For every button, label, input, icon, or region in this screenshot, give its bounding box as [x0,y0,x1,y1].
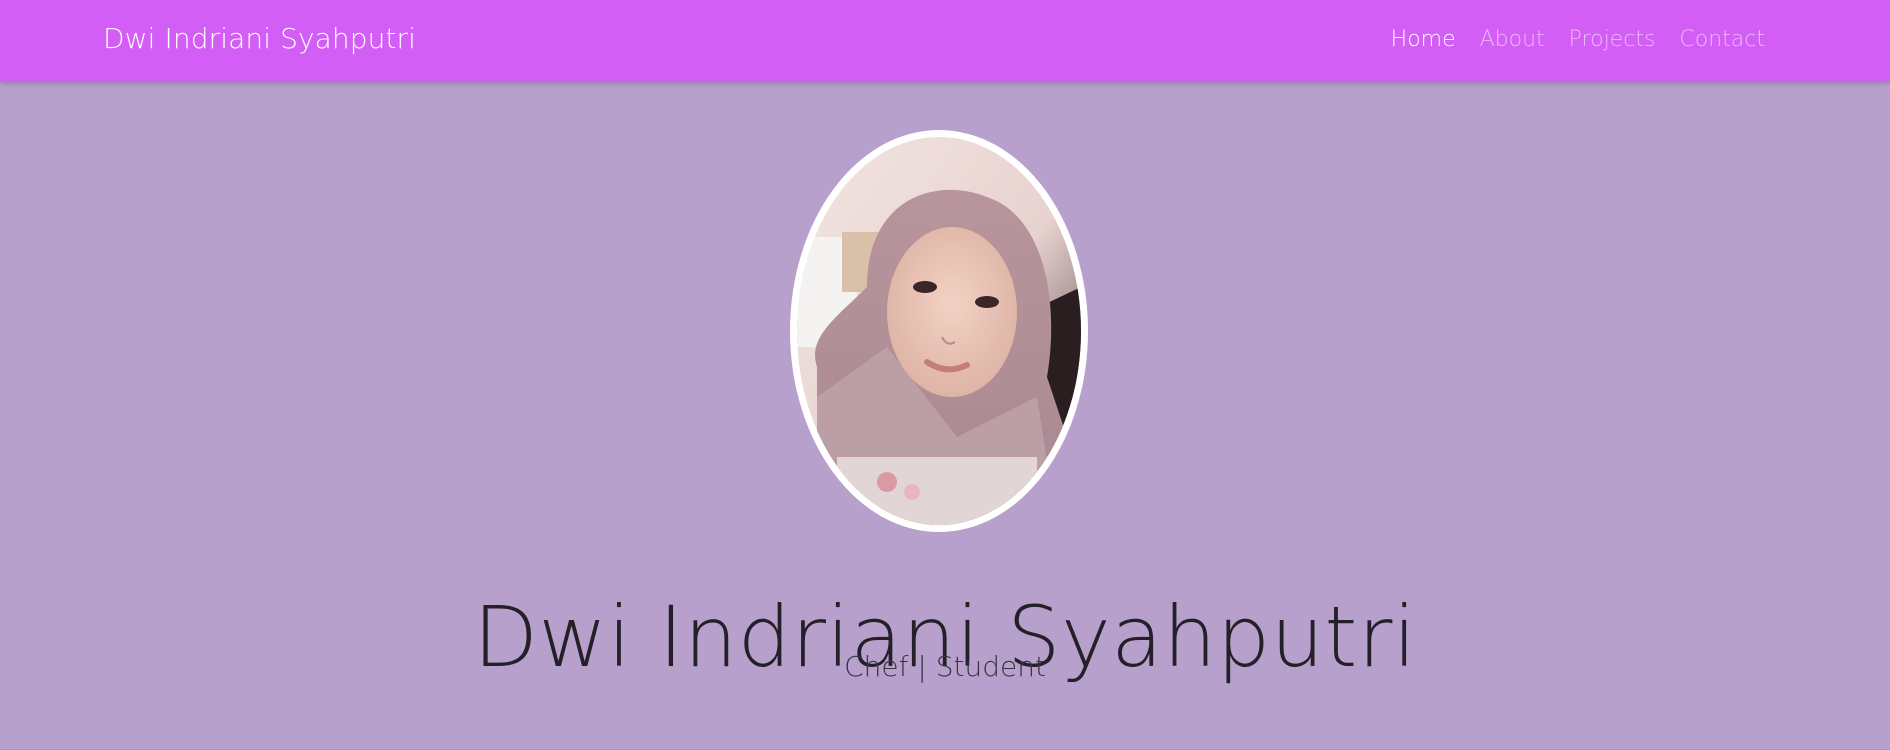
profile-photo-image [797,137,1081,525]
hero-section: Dwi Indriani Syahputri Chef | Student [0,82,1890,750]
nav-link-about[interactable]: About [1480,27,1545,52]
nav-link-projects[interactable]: Projects [1569,27,1656,52]
hero-subtitle: Chef | Student [844,650,1046,683]
nav-links: Home About Projects Contact [1391,27,1765,52]
navbar: Dwi Indriani Syahputri Home About Projec… [0,0,1890,82]
profile-photo [797,137,1081,525]
profile-photo-frame [790,130,1088,532]
navbar-brand[interactable]: Dwi Indriani Syahputri [103,22,416,55]
nav-link-contact[interactable]: Contact [1679,27,1765,52]
nav-link-home[interactable]: Home [1391,27,1456,52]
